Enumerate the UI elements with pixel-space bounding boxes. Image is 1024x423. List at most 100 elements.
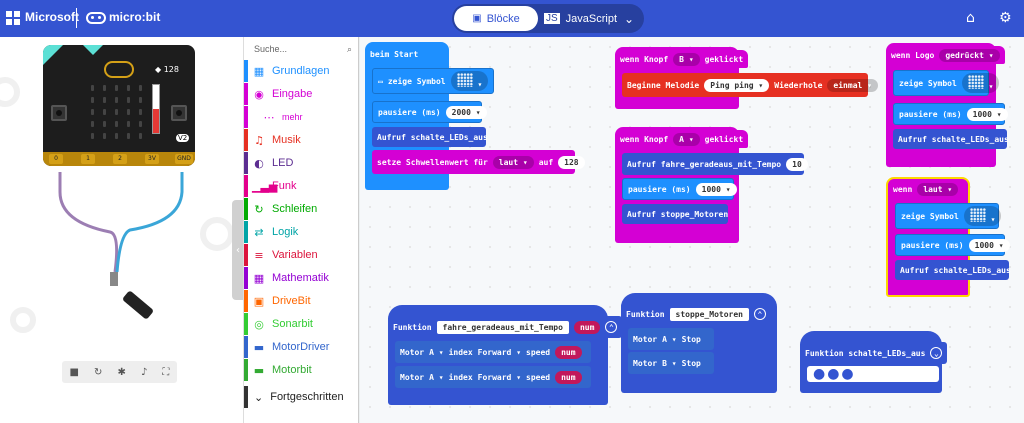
icon-dropdown[interactable]: ▾	[961, 73, 1000, 93]
category-funk[interactable]: ▁▃▅ Funk	[244, 175, 360, 197]
stop-icon[interactable]: ■	[70, 367, 79, 378]
block-label: wenn Knopf	[620, 134, 669, 144]
block-label: pausiere (ms)	[899, 109, 962, 119]
speed-value[interactable]: num	[555, 370, 582, 384]
motor-dropdown[interactable]: A ▾	[429, 348, 443, 357]
logo-touch-pad[interactable]	[104, 61, 134, 78]
category-label: Sonarbit	[272, 318, 313, 330]
sound-level-meter[interactable]	[152, 84, 160, 134]
block-label: Aufruf stoppe_Motoren	[627, 209, 729, 219]
collapse-icon[interactable]: ⌃	[605, 321, 618, 333]
param-num[interactable]: num	[573, 320, 601, 334]
function-forward-header[interactable]: Funktion fahre_geradeaus_mit_Tempo num ⌃	[388, 316, 623, 338]
motor-stop-block[interactable]: Motor A ▾ Stop	[628, 328, 714, 350]
show-icon-block[interactable]: zeige Symbol ▾	[893, 70, 1000, 96]
category-label: LED	[272, 157, 294, 169]
on-button-b-block[interactable]: wenn Knopf B ▾ geklickt	[615, 50, 749, 68]
tab-blocks[interactable]: ▣ Blöcke	[454, 6, 538, 31]
category-schleifen[interactable]: ↻ Schleifen	[244, 198, 360, 220]
category-advanced[interactable]: ⌄ Fortgeschritten	[244, 386, 360, 408]
function-stop-header[interactable]: Funktion stoppe_Motoren ⌃	[621, 303, 771, 325]
icon-dropdown[interactable]: ▾	[963, 206, 1002, 226]
category-mathematik[interactable]: ▦ Mathematik	[244, 267, 360, 289]
motor-dropdown[interactable]: A ▾	[662, 335, 676, 344]
category-grundlagen[interactable]: ▦ Grundlagen	[244, 60, 360, 82]
category-drivebit[interactable]: ▣ DriveBit	[244, 290, 360, 312]
loud-kind-dropdown[interactable]: laut ▾	[917, 182, 959, 196]
direction-dropdown[interactable]: Forward ▾	[478, 373, 521, 382]
call-forward-block[interactable]: Aufruf fahre_geradeaus_mit_Tempo 10	[622, 153, 808, 175]
pause-value[interactable]: 1000 ▾	[968, 238, 1010, 252]
category-variablen[interactable]: ≡ Variablen	[244, 244, 360, 266]
home-icon[interactable]: ⌂	[966, 10, 975, 26]
led-pixel	[91, 85, 94, 91]
play-melody-block[interactable]: Beginne Melodie Ping ping ▾ Wiederhole e…	[622, 73, 878, 97]
call-leds-block[interactable]: Aufruf schalte_LEDs_aus	[893, 129, 1009, 149]
search-placeholder: Suche...	[254, 44, 288, 54]
function-leds-header[interactable]: Funktion schalte_LEDs_aus ⌄	[800, 342, 948, 364]
button-b[interactable]	[171, 105, 187, 121]
category-led[interactable]: ◐ LED	[244, 152, 360, 174]
toggle-icon: ◐	[254, 156, 264, 170]
melody-dropdown[interactable]: Ping ping ▾	[704, 78, 770, 92]
on-start-block[interactable]: beim Start	[365, 45, 424, 63]
blocks-workspace[interactable]: beim Start ▭ zeige Symbol ▾ pausiere (ms)…	[360, 37, 1024, 423]
button-dropdown[interactable]: A ▾	[673, 132, 700, 146]
motor-dropdown[interactable]: A ▾	[429, 373, 443, 382]
show-icon-block[interactable]: zeige Symbol ▾	[895, 203, 1002, 229]
category-mehr[interactable]: ⋯ mehr	[244, 106, 360, 128]
pause-block[interactable]: pausiere (ms) 2000 ▾	[372, 101, 487, 123]
logo-state-dropdown[interactable]: gedrückt ▾	[939, 48, 1000, 62]
led-pixel	[103, 109, 106, 115]
tab-more-dropdown[interactable]: ⌄	[618, 6, 640, 31]
show-icon-block[interactable]: ▭ zeige Symbol ▾	[372, 68, 494, 94]
on-loud-block[interactable]: wenn laut ▾	[888, 180, 964, 198]
motor-dropdown[interactable]: B ▾	[662, 359, 676, 368]
motor-run-block[interactable]: Motor A ▾ index Forward ▾ speed num	[395, 366, 591, 388]
repeat-dropdown[interactable]: einmal ▾	[827, 78, 878, 92]
fullscreen-icon[interactable]: ⛶	[162, 367, 169, 378]
collapse-icon[interactable]: ⌃	[753, 308, 766, 320]
search-icon[interactable]: ⌕	[347, 44, 352, 55]
category-eingabe[interactable]: ◉ Eingabe	[244, 83, 360, 105]
category-motordriver[interactable]: ▬ MotorDriver	[244, 336, 360, 358]
threshold-value[interactable]: 128	[558, 155, 585, 169]
search-input[interactable]: Suche... ⌕	[250, 39, 356, 59]
call-leds-block[interactable]: Aufruf schalte_LEDs_aus	[895, 260, 1011, 280]
call-leds-block[interactable]: Aufruf schalte_LEDs_aus	[372, 127, 488, 147]
debug-icon[interactable]: ✱	[118, 367, 126, 378]
collapsed-body[interactable]: ●●●	[807, 366, 939, 382]
category-label: Musik	[272, 134, 301, 146]
pause-block[interactable]: pausiere (ms) 1000 ▾	[622, 178, 737, 200]
pause-block[interactable]: pausiere (ms) 1000 ▾	[895, 234, 1010, 256]
tab-javascript[interactable]: JS JavaScript	[544, 6, 617, 31]
button-a[interactable]	[51, 105, 67, 121]
sound-icon[interactable]: ♪	[141, 367, 147, 378]
category-musik[interactable]: ♫ Musik	[244, 129, 360, 151]
direction-dropdown[interactable]: Forward ▾	[478, 348, 521, 357]
bg-decoration	[200, 217, 234, 251]
gear-icon[interactable]: ⚙	[999, 10, 1012, 26]
call-stop-block[interactable]: Aufruf stoppe_Motoren	[622, 204, 728, 224]
motor-run-block[interactable]: Motor A ▾ index Forward ▾ speed num	[395, 341, 591, 363]
pause-block[interactable]: pausiere (ms) 1000 ▾	[893, 103, 1008, 125]
restart-icon[interactable]: ↻	[94, 367, 102, 378]
function-name-field[interactable]: stoppe_Motoren	[669, 307, 749, 321]
expand-icon[interactable]: ⌄	[930, 347, 943, 359]
on-logo-block[interactable]: wenn Logo gedrückt ▾	[886, 46, 1005, 64]
call-value[interactable]: 10	[786, 157, 808, 171]
function-name-field[interactable]: fahre_geradeaus_mit_Tempo	[436, 320, 569, 334]
set-threshold-block[interactable]: setze Schwellenwert für laut ▾ auf 128	[372, 150, 585, 174]
category-sonarbit[interactable]: ◎ Sonarbit	[244, 313, 360, 335]
threshold-kind-dropdown[interactable]: laut ▾	[492, 155, 534, 169]
icon-dropdown[interactable]: ▾	[450, 71, 489, 91]
pause-value[interactable]: 2000 ▾	[445, 105, 487, 119]
speed-value[interactable]: num	[555, 345, 582, 359]
pause-value[interactable]: 1000 ▾	[966, 107, 1008, 121]
motor-stop-block[interactable]: Motor B ▾ Stop	[628, 352, 714, 374]
pause-value[interactable]: 1000 ▾	[695, 182, 737, 196]
category-motorbit[interactable]: ▬ Motorbit	[244, 359, 360, 381]
category-logik[interactable]: ⇄ Logik	[244, 221, 360, 243]
button-dropdown[interactable]: B ▾	[673, 52, 700, 66]
on-button-a-block[interactable]: wenn Knopf A ▾ geklickt	[615, 130, 749, 148]
